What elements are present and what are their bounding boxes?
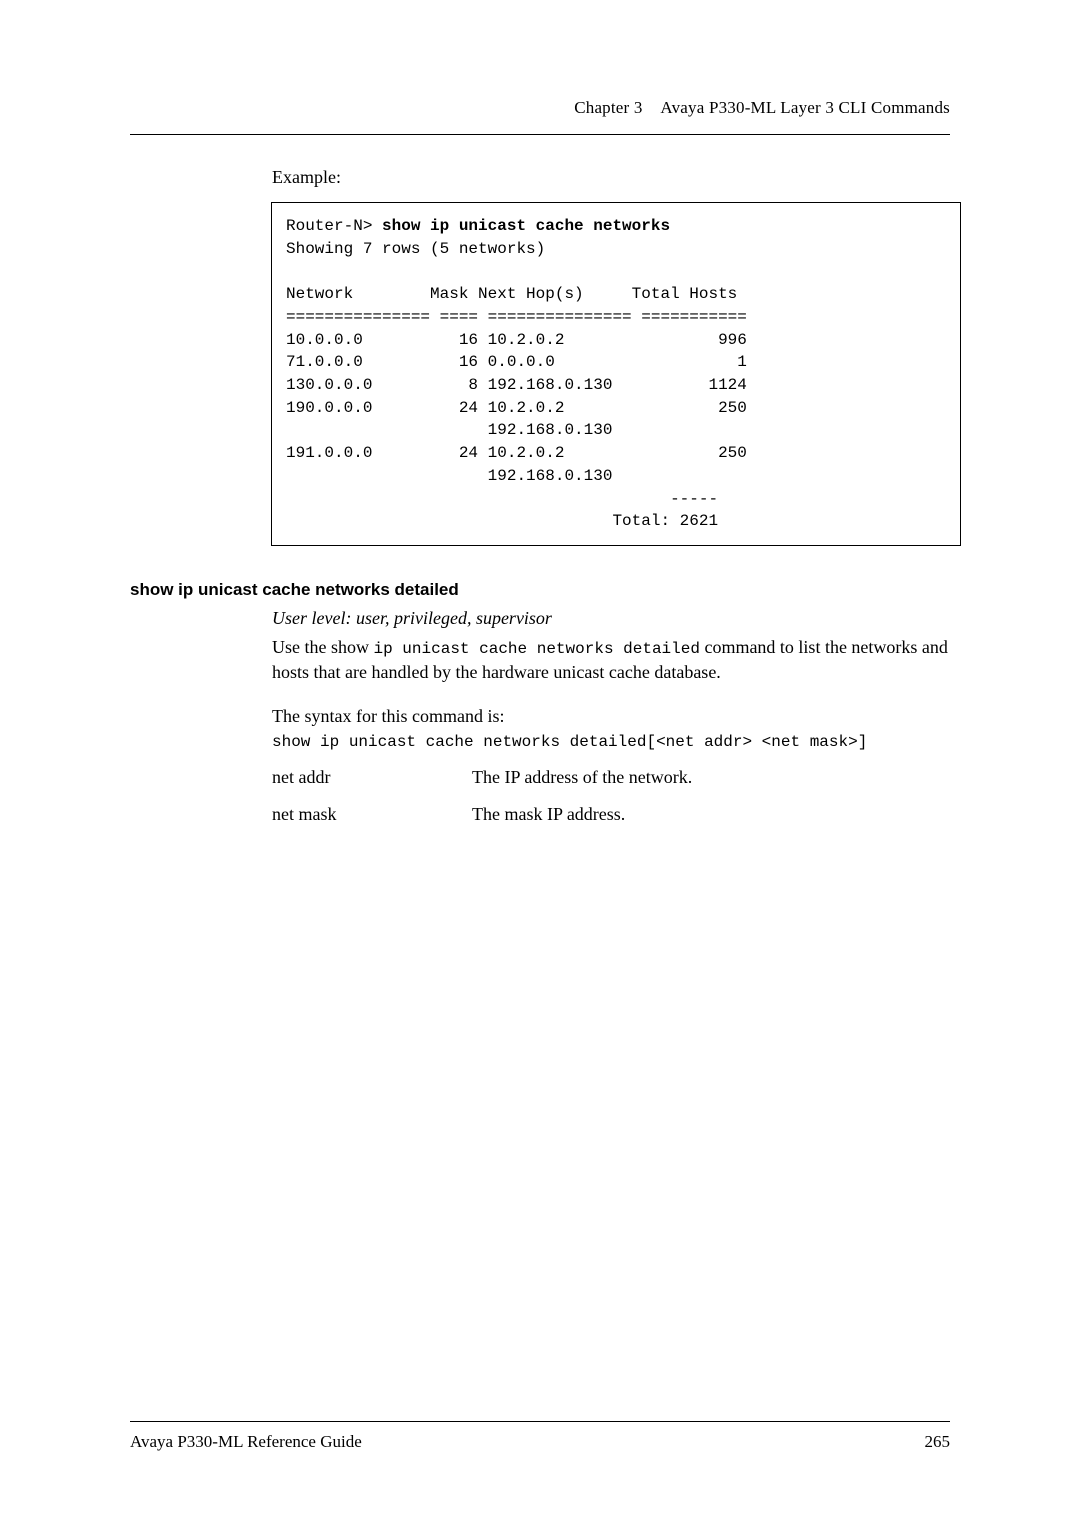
chapter-title: Avaya P330-ML Layer 3 CLI Commands	[660, 98, 950, 117]
param-row: net addr The IP address of the network.	[272, 767, 950, 788]
user-level: User level: user, privileged, supervisor	[272, 608, 950, 629]
page-number: 265	[925, 1432, 951, 1452]
desc-pre: Use the show	[272, 637, 374, 657]
code-line: 192.168.0.130	[286, 467, 612, 485]
desc-mono: ip unicast cache networks detailed	[374, 640, 700, 658]
code-line: 191.0.0.0 24 10.2.0.2 250	[286, 444, 747, 462]
section-heading: show ip unicast cache networks detailed	[130, 580, 950, 600]
code-line: 190.0.0.0 24 10.2.0.2 250	[286, 399, 747, 417]
param-row: net mask The mask IP address.	[272, 804, 950, 825]
chapter-label: Chapter 3	[574, 98, 642, 117]
param-desc: The mask IP address.	[472, 804, 950, 825]
code-line: Total: 2621	[286, 512, 718, 530]
code-line: Network Mask Next Hop(s) Total Hosts	[286, 285, 737, 303]
code-line: 130.0.0.0 8 192.168.0.130 1124	[286, 376, 747, 394]
code-example-box: Router-N> show ip unicast cache networks…	[271, 202, 961, 546]
code-command: show ip unicast cache networks	[382, 217, 670, 235]
code-line: -----	[286, 490, 718, 508]
syntax-label: The syntax for this command is:	[272, 704, 950, 729]
footer-left: Avaya P330-ML Reference Guide	[130, 1432, 362, 1452]
code-prompt: Router-N>	[286, 217, 382, 235]
code-line: Showing 7 rows (5 networks)	[286, 240, 545, 258]
example-label: Example:	[272, 167, 950, 188]
page-footer: Avaya P330-ML Reference Guide 265	[130, 1421, 950, 1452]
page-header: Chapter 3 Avaya P330-ML Layer 3 CLI Comm…	[130, 98, 950, 135]
syntax-command: show ip unicast cache networks detailed[…	[272, 733, 950, 751]
header-rule	[130, 134, 950, 135]
param-name: net mask	[272, 804, 472, 825]
description-paragraph: Use the show ip unicast cache networks d…	[272, 635, 950, 686]
param-name: net addr	[272, 767, 472, 788]
footer-rule	[130, 1421, 950, 1422]
code-line: 71.0.0.0 16 0.0.0.0 1	[286, 353, 747, 371]
code-line: 192.168.0.130	[286, 421, 612, 439]
param-desc: The IP address of the network.	[472, 767, 950, 788]
code-line: =============== ==== =============== ===…	[286, 308, 747, 326]
code-line: 10.0.0.0 16 10.2.0.2 996	[286, 331, 747, 349]
